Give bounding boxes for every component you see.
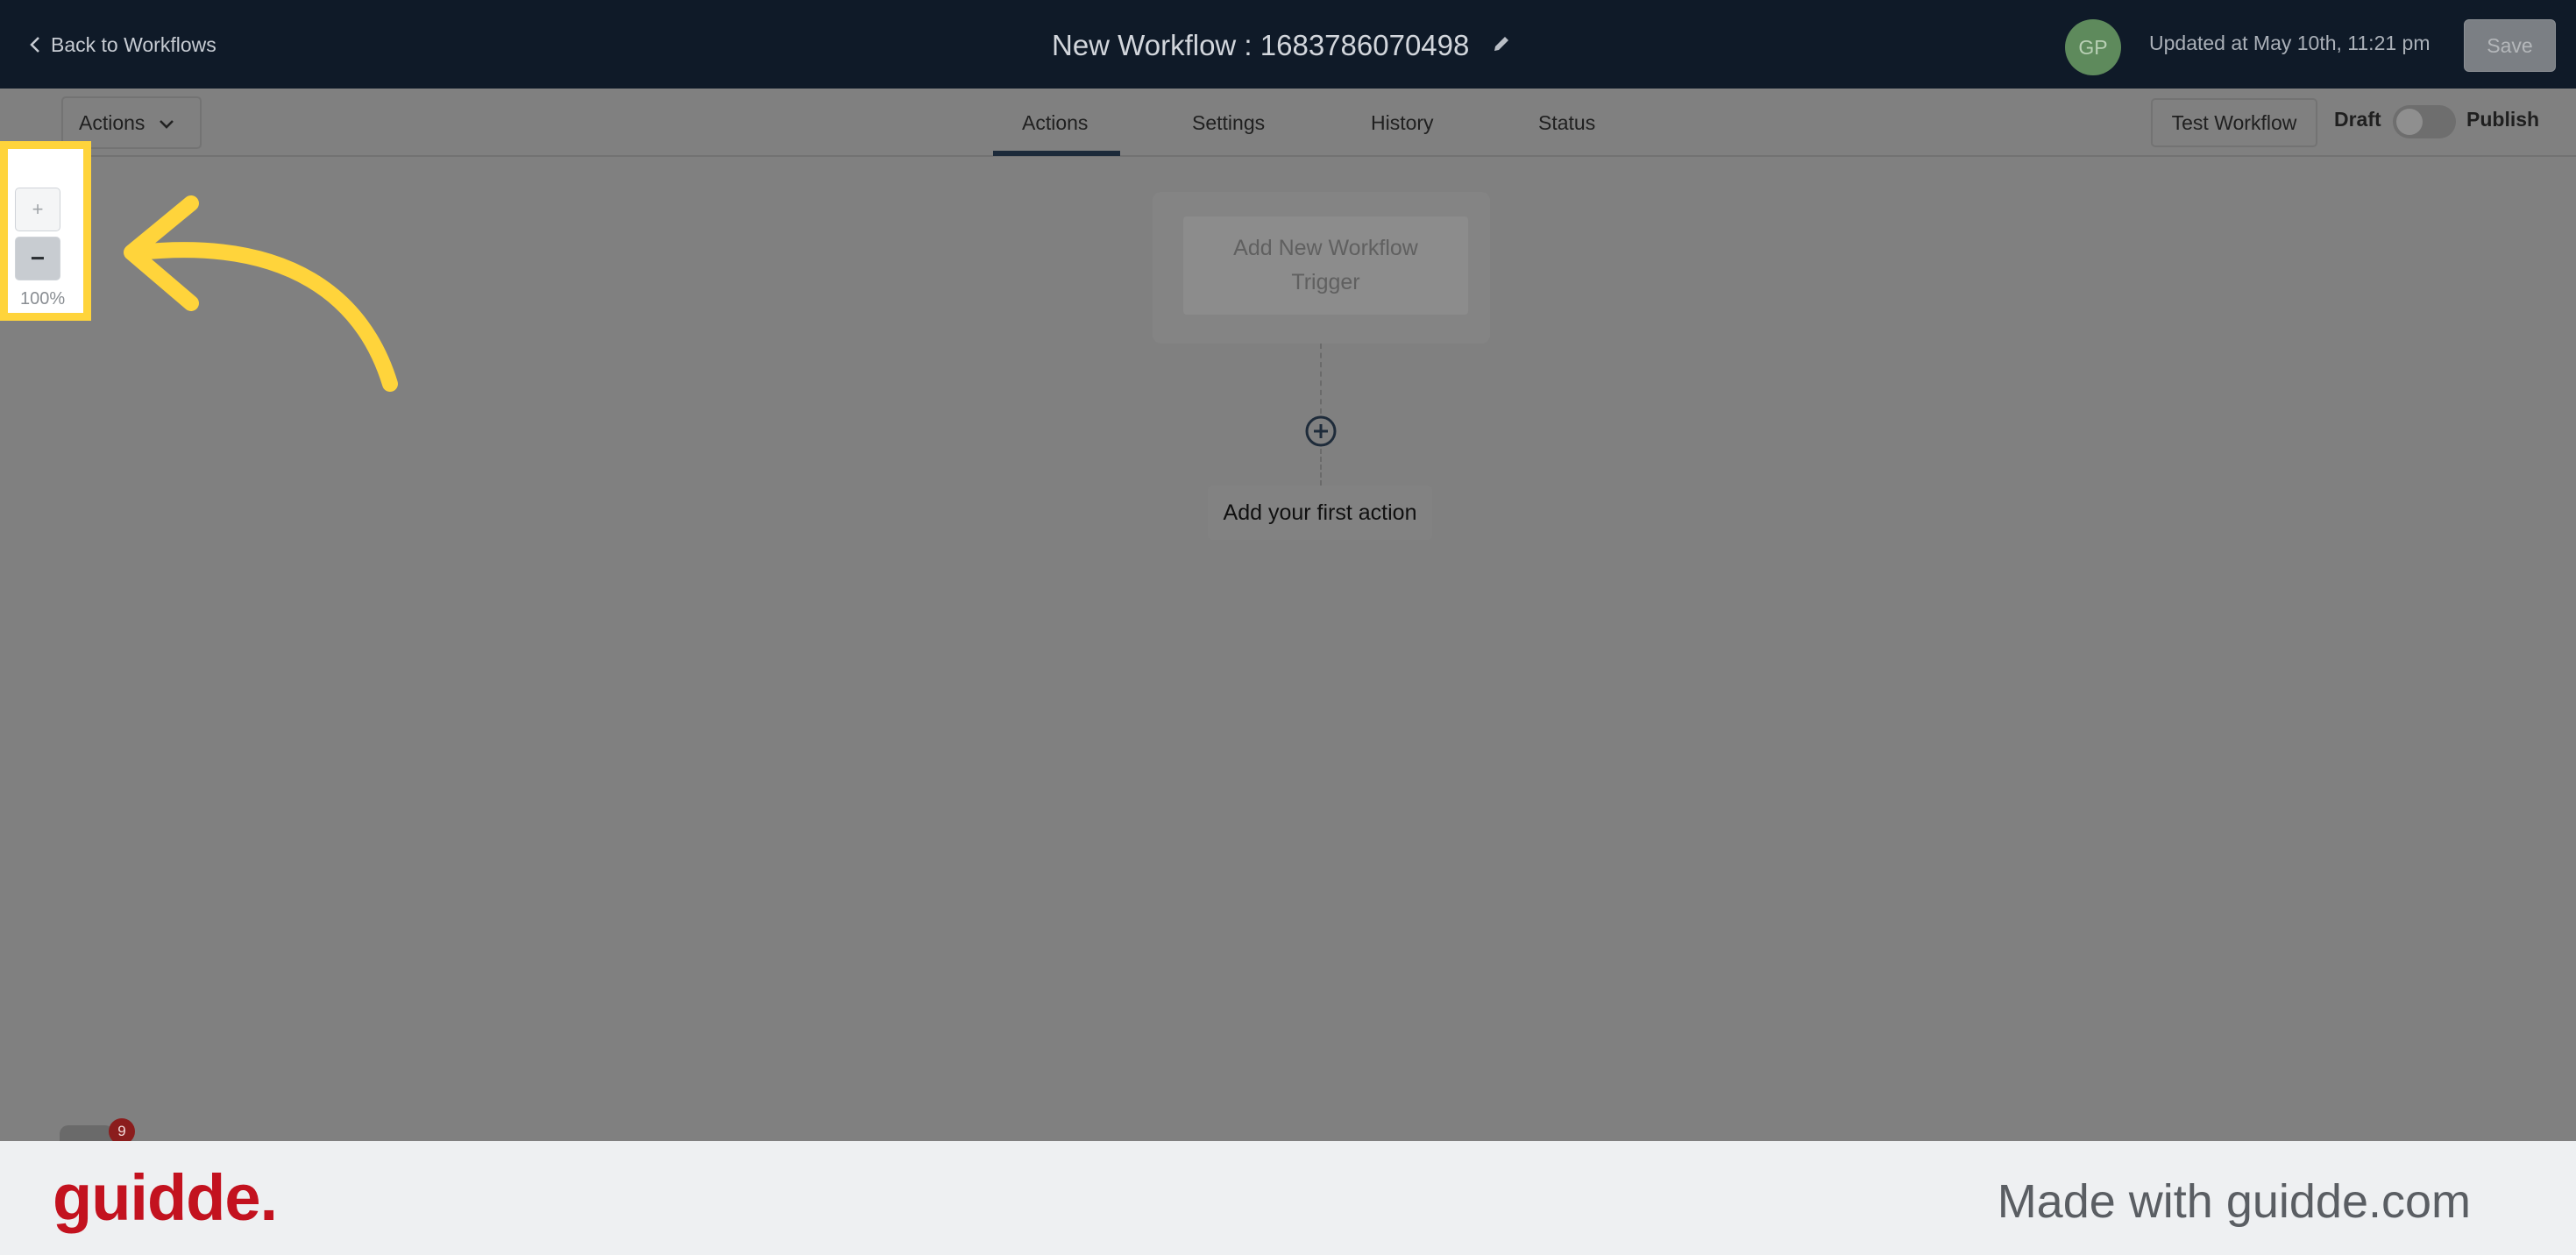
- draft-label: Draft: [2334, 108, 2381, 131]
- workflow-title-group: New Workflow : 1683786070498: [1052, 25, 1511, 67]
- add-trigger-button[interactable]: Add New Workflow Trigger: [1183, 216, 1468, 315]
- save-button[interactable]: Save: [2464, 19, 2556, 72]
- add-trigger-label: Add New Workflow Trigger: [1233, 236, 1418, 294]
- zoom-in-button[interactable]: +: [15, 188, 60, 231]
- publish-label: Publish: [2466, 108, 2540, 131]
- actions-dropdown-label: Actions: [79, 110, 145, 134]
- toggle-knob: [2396, 109, 2423, 135]
- active-tab-indicator: [993, 151, 1120, 156]
- pencil-icon[interactable]: [1492, 34, 1511, 58]
- workflow-title: New Workflow : 1683786070498: [1052, 29, 1470, 61]
- back-link-label: Back to Workflows: [51, 32, 216, 56]
- zoom-controls: + − 100%: [0, 141, 91, 321]
- connector-line: [1320, 344, 1322, 414]
- avatar[interactable]: GP: [2065, 19, 2121, 75]
- publish-toggle[interactable]: [2393, 105, 2456, 138]
- zoom-out-button[interactable]: −: [15, 237, 60, 280]
- made-with-text: Made with guidde.com: [1997, 1175, 2471, 1228]
- tab-history[interactable]: History: [1371, 89, 1434, 157]
- chat-widget-button[interactable]: [60, 1125, 114, 1143]
- tab-actions[interactable]: Actions: [1022, 89, 1088, 157]
- test-workflow-button[interactable]: Test Workflow: [2151, 98, 2317, 147]
- connector-line: [1320, 449, 1322, 486]
- workflow-toolbar: Actions Actions Settings History Status …: [0, 89, 2576, 157]
- top-header: Back to Workflows New Workflow : 1683786…: [0, 0, 2576, 89]
- guidde-logo: guidde.: [53, 1161, 278, 1234]
- chevron-down-icon: [159, 111, 174, 135]
- callout-arrow-icon: [124, 195, 398, 392]
- trigger-node: Add New Workflow Trigger: [1153, 192, 1490, 344]
- zoom-level: 100%: [20, 289, 66, 308]
- chevron-left-icon: [30, 36, 40, 53]
- add-first-action-button[interactable]: Add your first action: [1208, 486, 1432, 540]
- updated-timestamp: Updated at May 10th, 11:21 pm: [2149, 32, 2431, 54]
- tab-status[interactable]: Status: [1538, 89, 1595, 157]
- back-to-workflows-link[interactable]: Back to Workflows: [30, 30, 216, 60]
- guidde-footer: guidde. Made with guidde.com: [0, 1141, 2576, 1255]
- add-step-icon[interactable]: [1303, 414, 1338, 449]
- tab-settings[interactable]: Settings: [1192, 89, 1265, 157]
